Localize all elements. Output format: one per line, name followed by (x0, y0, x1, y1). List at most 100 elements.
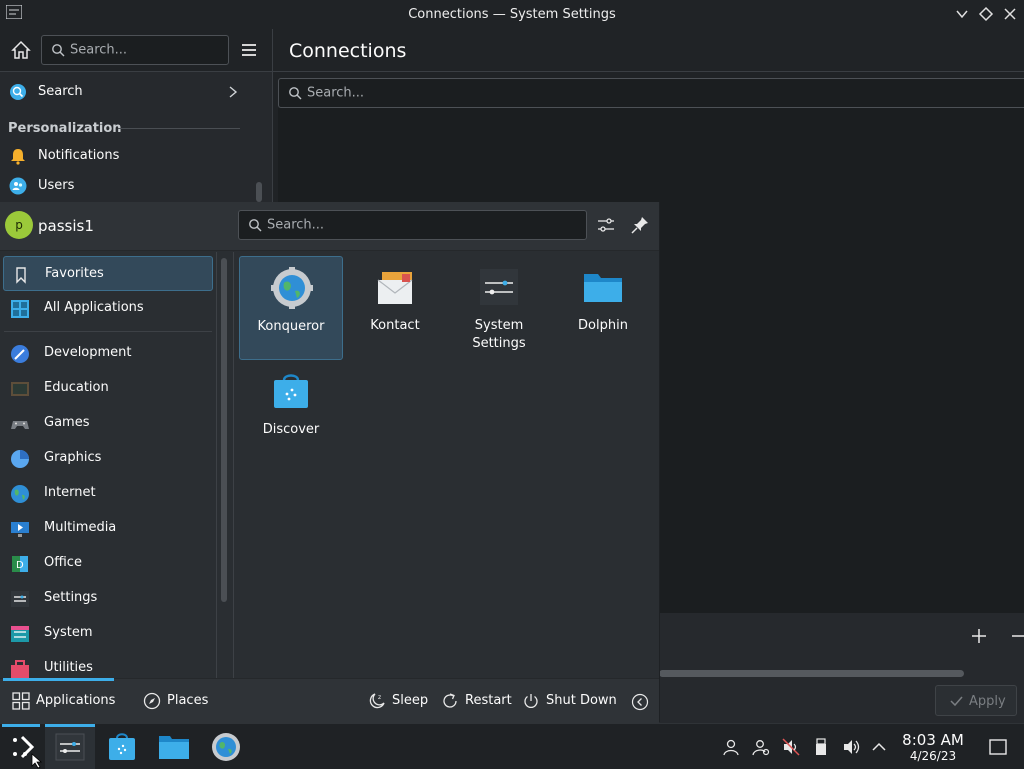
categories-scrollbar[interactable] (221, 258, 227, 602)
sidebar-category-title: Personalization (8, 121, 122, 136)
tab-places[interactable]: Places (143, 691, 213, 711)
close-icon[interactable] (1002, 6, 1018, 22)
user-icon[interactable] (722, 738, 740, 756)
sidebar-item-notifications[interactable]: Notifications (0, 141, 272, 171)
users-icon (9, 177, 27, 195)
category-divider (4, 331, 212, 332)
tab-applications[interactable]: Applications (12, 691, 122, 711)
sidebar-scrollbar[interactable] (256, 182, 262, 202)
app-konqueror[interactable]: Konqueror (239, 256, 343, 360)
button-label: Sleep (392, 693, 429, 708)
panel-divider (216, 252, 217, 678)
development-icon (11, 345, 29, 363)
office-icon: D (12, 556, 28, 572)
app-dolphin[interactable]: Dolphin (551, 256, 655, 360)
checkmark-icon (950, 696, 963, 707)
search-icon (52, 44, 65, 57)
restart-button[interactable]: Restart (441, 691, 512, 711)
dolphin-folder-icon (584, 274, 622, 302)
username: passis1 (38, 217, 94, 235)
window-title: Connections — System Settings (408, 7, 616, 22)
dolphin-folder-icon[interactable] (158, 731, 190, 763)
category-internet[interactable]: Internet (3, 476, 213, 511)
category-label: All Applications (44, 300, 144, 315)
system-settings-icon (480, 269, 518, 305)
volume-icon[interactable] (842, 738, 860, 756)
minimize-icon[interactable] (954, 6, 970, 22)
category-office[interactable]: D Office (3, 546, 213, 581)
horizontal-scrollbar[interactable] (659, 670, 964, 677)
avatar[interactable]: p (5, 211, 33, 239)
category-label: Utilities (44, 660, 93, 675)
system-icon (11, 626, 29, 642)
content-search-input[interactable]: Search... (278, 78, 1024, 108)
category-all-applications[interactable]: All Applications (3, 291, 213, 326)
app-discover[interactable]: Discover (239, 360, 343, 464)
audio-muted-icon[interactable] (782, 738, 800, 756)
show-desktop-icon[interactable] (989, 738, 1007, 756)
category-label: Multimedia (44, 520, 117, 535)
apply-button[interactable]: Apply (935, 685, 1017, 716)
chevron-up-icon[interactable] (870, 738, 888, 756)
category-education[interactable]: Education (3, 371, 213, 406)
pin-icon[interactable] (631, 216, 649, 234)
category-games[interactable]: Games (3, 406, 213, 441)
gamepad-icon (11, 421, 29, 429)
home-icon[interactable] (11, 40, 31, 60)
clock[interactable]: 8:03 AM 4/26/23 (896, 732, 970, 764)
discover-icon (274, 374, 308, 408)
category-graphics[interactable]: Graphics (3, 441, 213, 476)
app-label: Dolphin (578, 318, 628, 333)
app-kontact[interactable]: Kontact (343, 256, 447, 360)
category-settings[interactable]: Settings (3, 581, 213, 616)
category-development[interactable]: Development (3, 336, 213, 371)
app-system-settings[interactable]: System Settings (447, 256, 551, 360)
search-icon (249, 219, 262, 232)
shutdown-button[interactable]: Shut Down (522, 691, 617, 711)
category-label: Office (44, 555, 82, 570)
app-label: Kontact (370, 318, 420, 333)
category-label: Development (44, 345, 132, 360)
search-icon (289, 87, 302, 100)
category-favorites[interactable]: Favorites (3, 256, 213, 291)
sidebar-item-label: Notifications (38, 148, 120, 163)
hamburger-menu-icon[interactable] (240, 41, 258, 59)
launcher-search-input[interactable]: Search... (238, 210, 587, 240)
page-title: Connections (289, 40, 407, 62)
konqueror-icon[interactable] (210, 731, 242, 763)
mouse-cursor-icon (31, 753, 43, 769)
settings-search-input[interactable]: Search... (41, 35, 229, 65)
category-label: System (44, 625, 93, 640)
add-icon[interactable] (970, 627, 988, 645)
sleep-button[interactable]: z Sleep (368, 691, 428, 711)
configure-sliders-icon[interactable] (597, 216, 615, 234)
category-label: Internet (44, 485, 96, 500)
button-label: Restart (465, 693, 512, 708)
svg-text:z: z (378, 694, 381, 701)
app-label: Discover (262, 422, 320, 437)
more-options-icon[interactable] (631, 693, 649, 711)
graphics-icon (11, 450, 29, 468)
restart-icon (443, 693, 457, 708)
settings-sidebar: Search Personalization Notifications Use… (0, 72, 272, 202)
search-placeholder: Search... (267, 217, 325, 233)
category-multimedia[interactable]: Multimedia (3, 511, 213, 546)
user-switch-icon[interactable] (752, 738, 770, 756)
category-label: Education (44, 380, 109, 395)
bell-icon (11, 149, 25, 165)
compass-icon (143, 692, 161, 710)
tab-label: Applications (36, 693, 116, 708)
sidebar-item-users[interactable]: Users (0, 171, 272, 201)
remove-icon[interactable] (1010, 627, 1024, 645)
bookmark-icon (16, 267, 26, 284)
maximize-icon[interactable] (978, 6, 994, 22)
discover-icon[interactable] (106, 731, 138, 763)
category-system[interactable]: System (3, 616, 213, 651)
launcher-header: p passis1 Search... (0, 202, 659, 251)
search-globe-icon (10, 84, 26, 100)
sidebar-item-search[interactable]: Search (0, 77, 272, 107)
education-icon (11, 382, 29, 396)
usb-device-icon[interactable] (812, 738, 830, 756)
task-system-settings[interactable] (45, 724, 95, 769)
settings-icon (11, 591, 29, 607)
